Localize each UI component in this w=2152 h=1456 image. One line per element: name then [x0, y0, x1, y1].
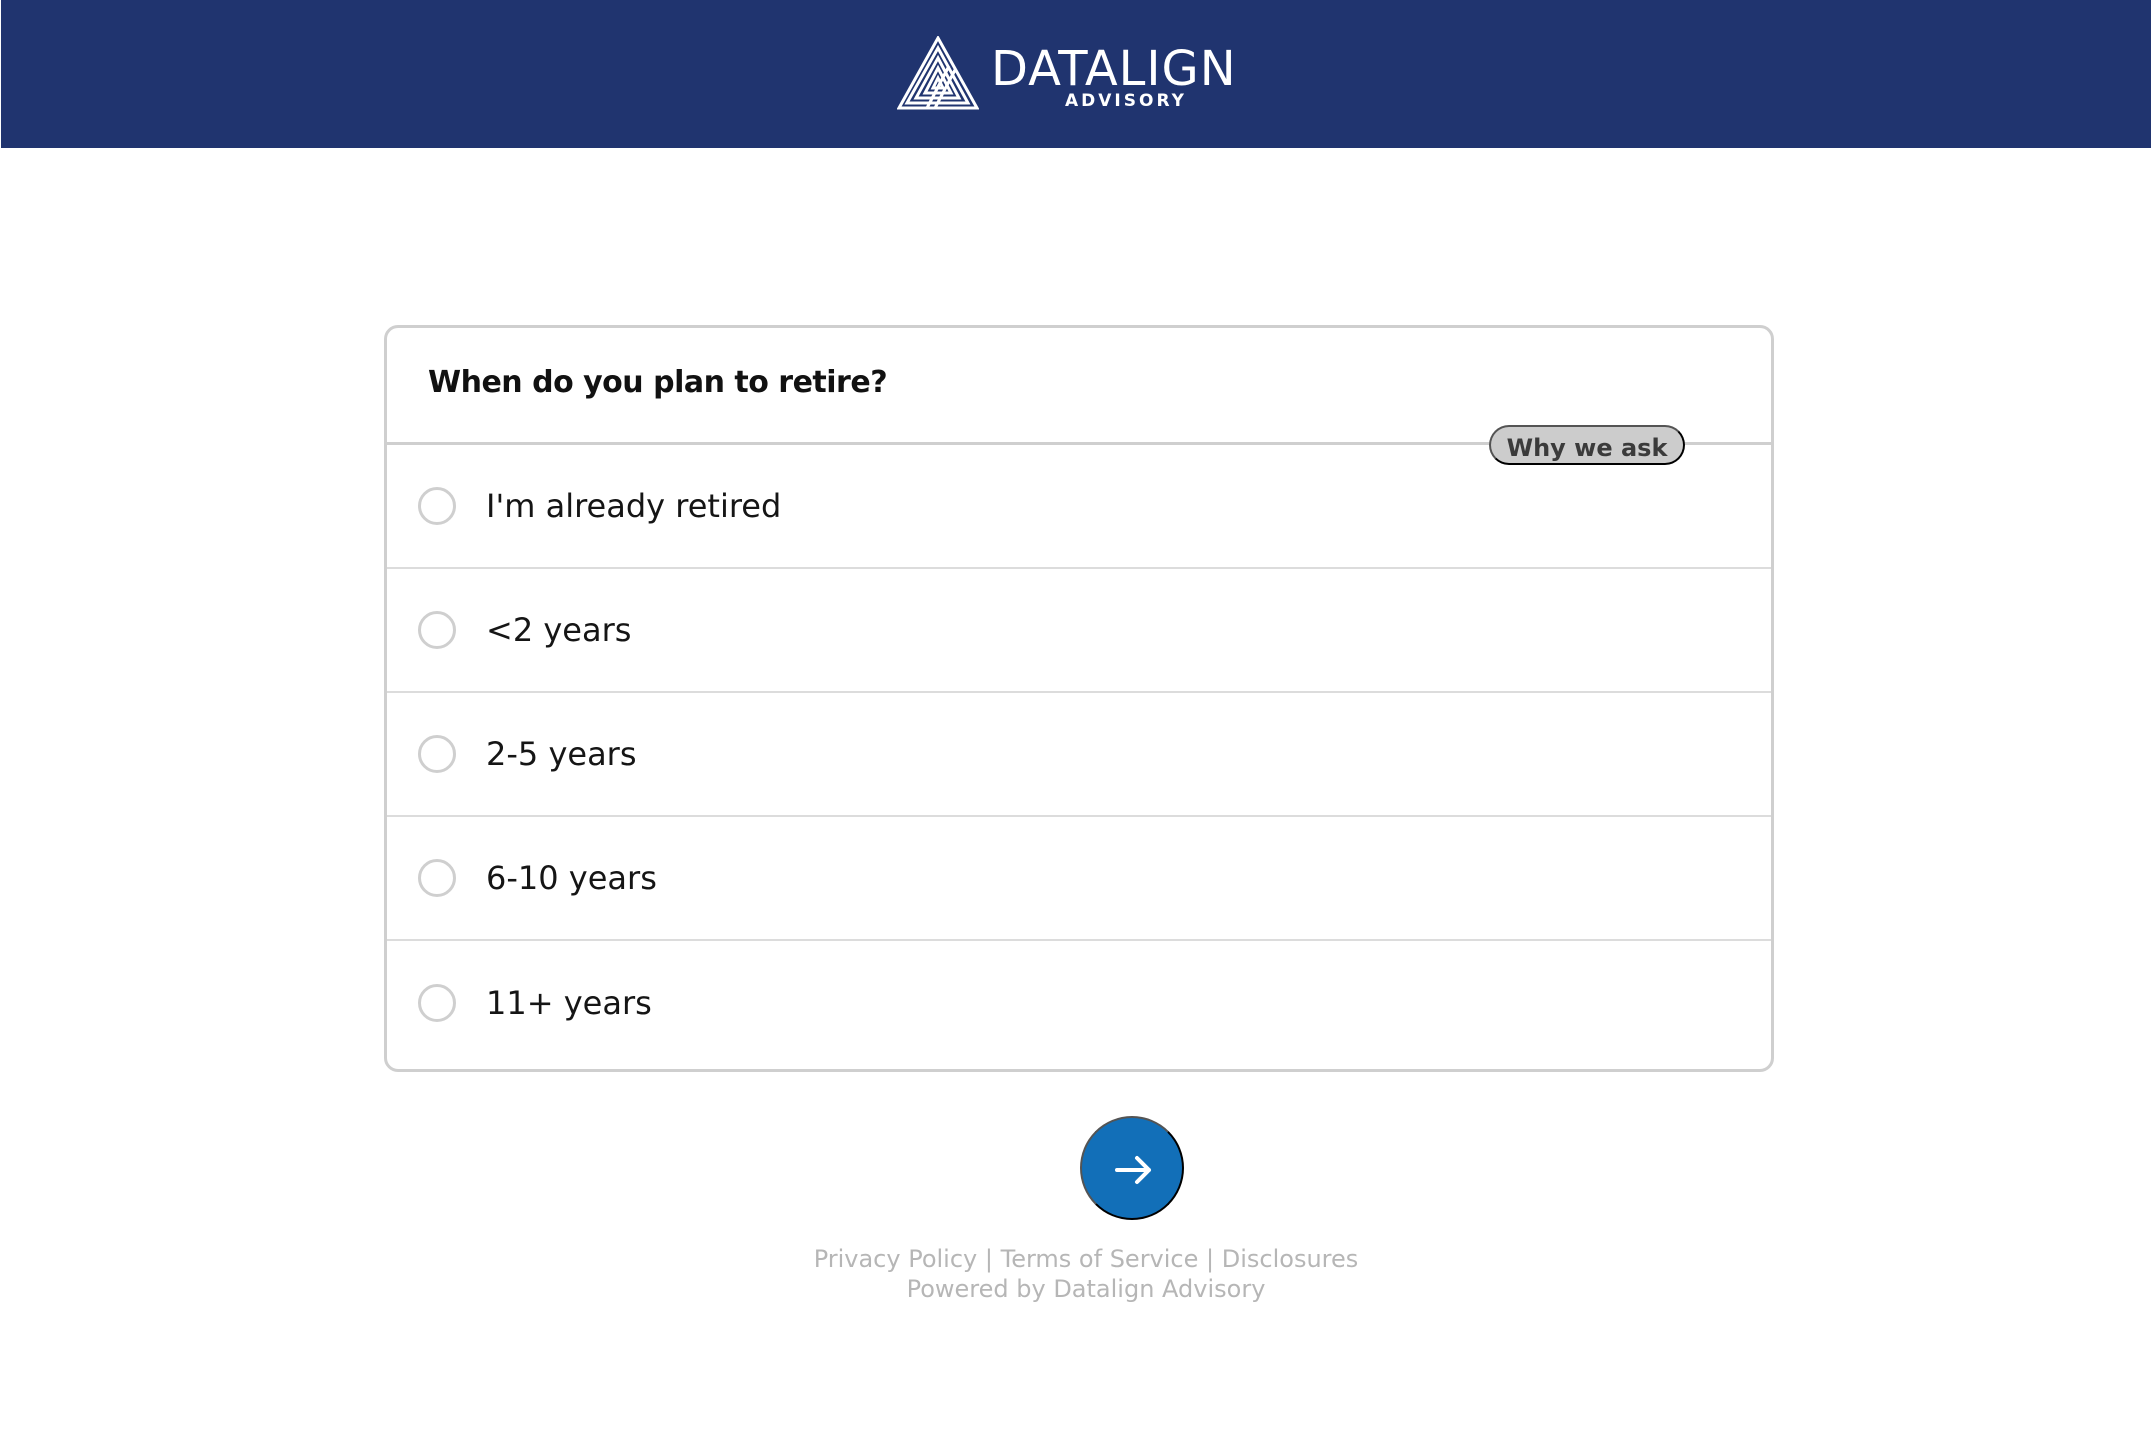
option-label: I'm already retired — [486, 487, 782, 525]
option-label: 2-5 years — [486, 735, 637, 773]
option-6-10-years[interactable]: 6-10 years — [387, 817, 1771, 941]
brand-name: DATALIGN — [991, 41, 1237, 97]
datalign-logo[interactable]: DATALIGN ADVISORY — [897, 36, 1267, 116]
brand-subname: ADVISORY — [1065, 91, 1187, 111]
site-header: DATALIGN ADVISORY — [1, 0, 2151, 148]
option-label: 11+ years — [486, 984, 652, 1022]
radio-button[interactable] — [418, 859, 456, 897]
radio-button[interactable] — [418, 487, 456, 525]
option-label: 6-10 years — [486, 859, 657, 897]
option-2-5-years[interactable]: 2-5 years — [387, 693, 1771, 817]
terms-of-service-link[interactable]: Terms of Service — [1001, 1245, 1199, 1273]
footer-separator: | — [984, 1245, 993, 1273]
powered-by-text: Powered by Datalign Advisory — [906, 1275, 1266, 1303]
datalign-triangle-logo-icon — [897, 36, 979, 110]
option-11-plus-years[interactable]: 11+ years — [387, 941, 1771, 1065]
option-less-than-2-years[interactable]: <2 years — [387, 569, 1771, 693]
question-title: When do you plan to retire? — [428, 365, 888, 400]
disclosures-link[interactable]: Disclosures — [1222, 1245, 1359, 1273]
radio-button[interactable] — [418, 984, 456, 1022]
retirement-question-card: When do you plan to retire? Why we ask I… — [384, 325, 1774, 1072]
radio-button[interactable] — [418, 735, 456, 773]
next-button[interactable] — [1080, 1116, 1184, 1220]
radio-button[interactable] — [418, 611, 456, 649]
option-label: <2 years — [486, 611, 632, 649]
footer-separator: | — [1206, 1245, 1215, 1273]
arrow-right-icon — [1115, 1156, 1151, 1184]
privacy-policy-link[interactable]: Privacy Policy — [814, 1245, 978, 1273]
footer-links: Privacy Policy | Terms of Service | Disc… — [0, 1243, 2152, 1275]
retirement-options: I'm already retired <2 years 2-5 years 6… — [387, 445, 1771, 1065]
option-already-retired[interactable]: I'm already retired — [387, 445, 1771, 569]
